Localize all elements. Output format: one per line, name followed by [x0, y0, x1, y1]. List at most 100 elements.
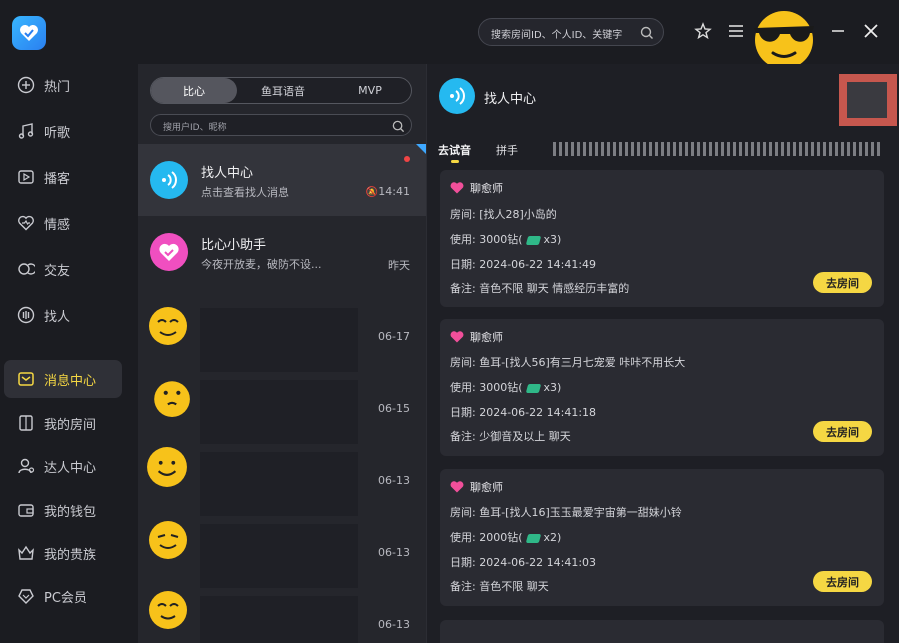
- conversation-item[interactable]: 找人中心 点击查看找人消息 🔕14:41: [138, 144, 426, 216]
- sidebar-item-wallet[interactable]: 我的钱包: [4, 491, 122, 529]
- request-card: 聊愈师 房间: 鱼耳-[找人56]有三月七宠爱 咔咔不用长大 使用: 3000钻…: [440, 319, 884, 456]
- card-room: 房间: 鱼耳-[找人56]有三月七宠爱 咔咔不用长大: [450, 356, 686, 369]
- sidebar-item-message-center[interactable]: 消息中心: [4, 360, 122, 398]
- hidden-conversation-content: [200, 524, 358, 588]
- card-header: 聊愈师: [450, 180, 503, 196]
- conversation-time: 06-13: [378, 474, 410, 487]
- global-search-placeholder: 搜索房间ID、个人ID、关键字: [491, 30, 623, 41]
- plus-circle-icon: [16, 75, 36, 95]
- sidebar-item-podcast[interactable]: 播客: [4, 158, 122, 196]
- card-usage: 使用: 2000钻(x2): [450, 531, 562, 544]
- sidebar-item-label: PC会员: [44, 590, 87, 606]
- assistant-avatar-icon: [150, 233, 188, 271]
- minimize-icon[interactable]: [828, 21, 848, 41]
- sidebar-item-label: 热门: [44, 79, 71, 95]
- emoji-avatar-icon: [147, 447, 187, 487]
- tab-bixin[interactable]: 比心: [151, 78, 237, 103]
- tab-audition[interactable]: 去试音: [438, 142, 471, 158]
- sidebar-item-label: 我的钱包: [44, 504, 97, 520]
- hidden-conversation-content: [200, 452, 358, 516]
- close-icon[interactable]: [861, 21, 881, 41]
- card-role: 聊愈师: [470, 182, 503, 195]
- conversation-preview: 今夜开放麦，破防不设...: [201, 258, 322, 271]
- conversation-item[interactable]: 06-13: [138, 516, 426, 588]
- room-icon: [16, 413, 36, 433]
- emoji-avatar-icon: [154, 381, 190, 417]
- hidden-conversation-content: [200, 596, 358, 643]
- video-thumbnail[interactable]: [839, 74, 897, 126]
- sidebar-item-label: 找人: [44, 309, 71, 325]
- sidebar-item-label: 交友: [44, 263, 71, 279]
- menu-icon[interactable]: [726, 21, 746, 41]
- sidebar-item-label: 播客: [44, 171, 71, 187]
- vip-icon: [16, 586, 36, 606]
- sidebar-item-label: 情感: [44, 217, 71, 233]
- star-icon[interactable]: [693, 21, 713, 41]
- pin-corner-icon: [416, 144, 426, 154]
- go-to-room-button[interactable]: 去房间: [813, 571, 872, 592]
- sidebar-item-pc-vip[interactable]: PC会员: [4, 577, 122, 615]
- conversation-list-panel: 比心 鱼耳语音 MVP 搜用户ID、昵称 找人中心 点击查看找人消息 🔕14:4…: [138, 64, 426, 643]
- conversation-detail-panel: 找人中心 去试音 拼手 聊愈师 房间: [找人28]小岛的 使用: 3000钻(…: [426, 64, 899, 643]
- sidebar-item-hot[interactable]: 热门: [4, 66, 122, 104]
- garbled-tab-text: [553, 142, 883, 156]
- go-to-room-button[interactable]: 去房间: [813, 272, 872, 293]
- card-header: 聊愈师: [450, 329, 503, 345]
- conversation-item[interactable]: 比心小助手 今夜开放麦，破防不设... 昨天: [138, 216, 426, 288]
- go-to-room-button[interactable]: 去房间: [813, 421, 872, 442]
- emoji-avatar-icon: [149, 307, 187, 345]
- sidebar-item-label: 听歌: [44, 125, 71, 141]
- card-date: 日期: 2024-06-22 14:41:18: [450, 406, 597, 419]
- sidebar-item-label: 消息中心: [44, 373, 97, 389]
- request-card: 聊愈师 房间: [找人28]小岛的 使用: 3000钻(x3) 日期: 2024…: [440, 170, 884, 307]
- conversation-item[interactable]: 06-13: [138, 444, 426, 516]
- card-note: 备注: 音色不限 聊天 情感经历丰富的: [450, 282, 630, 295]
- sidebar-item-music[interactable]: 听歌: [4, 112, 122, 150]
- user-search-placeholder: 搜用户ID、昵称: [163, 123, 227, 133]
- find-center-avatar-icon: [150, 161, 188, 199]
- conversation-item[interactable]: 06-13: [138, 588, 426, 643]
- card-note: 备注: 音色不限 聊天: [450, 580, 549, 593]
- card-usage: 使用: 3000钻(x3): [450, 381, 562, 394]
- wallet-icon: [16, 500, 36, 520]
- card-date: 日期: 2024-06-22 14:41:03: [450, 556, 597, 569]
- title-bar: 搜索房间ID、个人ID、关键字: [0, 0, 899, 69]
- card-role: 聊愈师: [470, 331, 503, 344]
- mute-icon: 🔕: [365, 187, 379, 198]
- tab-mvp[interactable]: MVP: [327, 78, 413, 103]
- conversation-name: 找人中心: [201, 166, 254, 181]
- conversation-item[interactable]: 06-15: [138, 372, 426, 444]
- sidebar-item-friends[interactable]: 交友: [4, 250, 122, 288]
- expert-icon: [16, 456, 36, 476]
- sidebar-item-emotion[interactable]: 情感: [4, 204, 122, 242]
- noble-icon: [16, 543, 36, 563]
- conversation-time: 🔕14:41: [365, 185, 410, 198]
- card-note: 备注: 少御音及以上 聊天: [450, 430, 571, 443]
- conversation-name: 比心小助手: [201, 238, 267, 253]
- tab-yuer-voice[interactable]: 鱼耳语音: [239, 78, 327, 103]
- sidebar: 热门 听歌 播客 情感 交友 找人 消息中心 我的房间 达人中心 我的钱包 我的…: [0, 64, 138, 643]
- active-tab-indicator: [451, 160, 459, 163]
- emoji-avatar-icon: [149, 591, 187, 629]
- user-avatar[interactable]: [748, 6, 820, 70]
- heart-icon: [450, 331, 464, 343]
- sidebar-item-find-people[interactable]: 找人: [4, 296, 122, 334]
- conversation-item[interactable]: 06-17: [138, 300, 426, 372]
- conversation-time: 昨天: [388, 259, 410, 272]
- heart-icon: [450, 481, 464, 493]
- search-icon[interactable]: [640, 25, 654, 44]
- card-header: 聊愈师: [450, 479, 503, 495]
- sidebar-item-noble[interactable]: 我的贵族: [4, 534, 122, 572]
- search-icon[interactable]: [392, 118, 405, 137]
- conversation-time: 06-17: [378, 330, 410, 343]
- app-logo[interactable]: [12, 16, 46, 50]
- podcast-icon: [16, 167, 36, 187]
- user-search-input[interactable]: 搜用户ID、昵称: [150, 114, 412, 136]
- sidebar-item-expert-center[interactable]: 达人中心: [4, 447, 122, 485]
- global-search-input[interactable]: 搜索房间ID、个人ID、关键字: [478, 18, 664, 46]
- sidebar-item-label: 达人中心: [44, 460, 97, 476]
- find-people-icon: [16, 305, 36, 325]
- app-window: 搜索房间ID、个人ID、关键字 热门 听歌 播客 情感 交友 找人 消息中心 我…: [0, 0, 899, 643]
- sidebar-item-label: 我的贵族: [44, 547, 97, 563]
- sidebar-item-my-room[interactable]: 我的房间: [4, 404, 122, 442]
